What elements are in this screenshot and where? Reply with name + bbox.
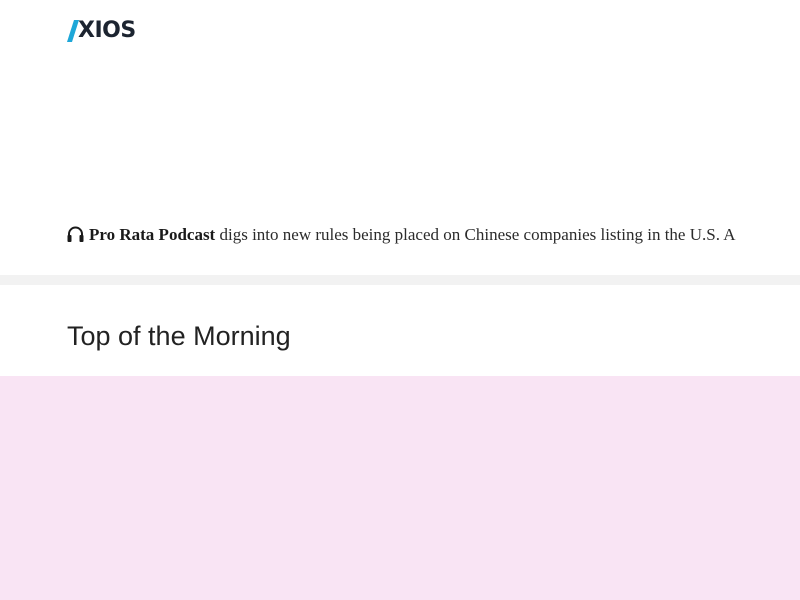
podcast-promo[interactable]: Pro Rata Podcast digs into new rules bei… <box>67 224 800 246</box>
ad-placeholder <box>0 376 800 600</box>
section-title: Top of the Morning <box>67 321 291 351</box>
podcast-description: digs into new rules being placed on Chin… <box>215 225 736 244</box>
podcast-name[interactable]: Pro Rata Podcast <box>89 225 215 244</box>
logo-text: XIOS <box>78 18 136 43</box>
axios-logo[interactable]: XIOS <box>67 19 136 43</box>
headphones-icon <box>67 226 84 242</box>
section-divider <box>0 275 800 285</box>
